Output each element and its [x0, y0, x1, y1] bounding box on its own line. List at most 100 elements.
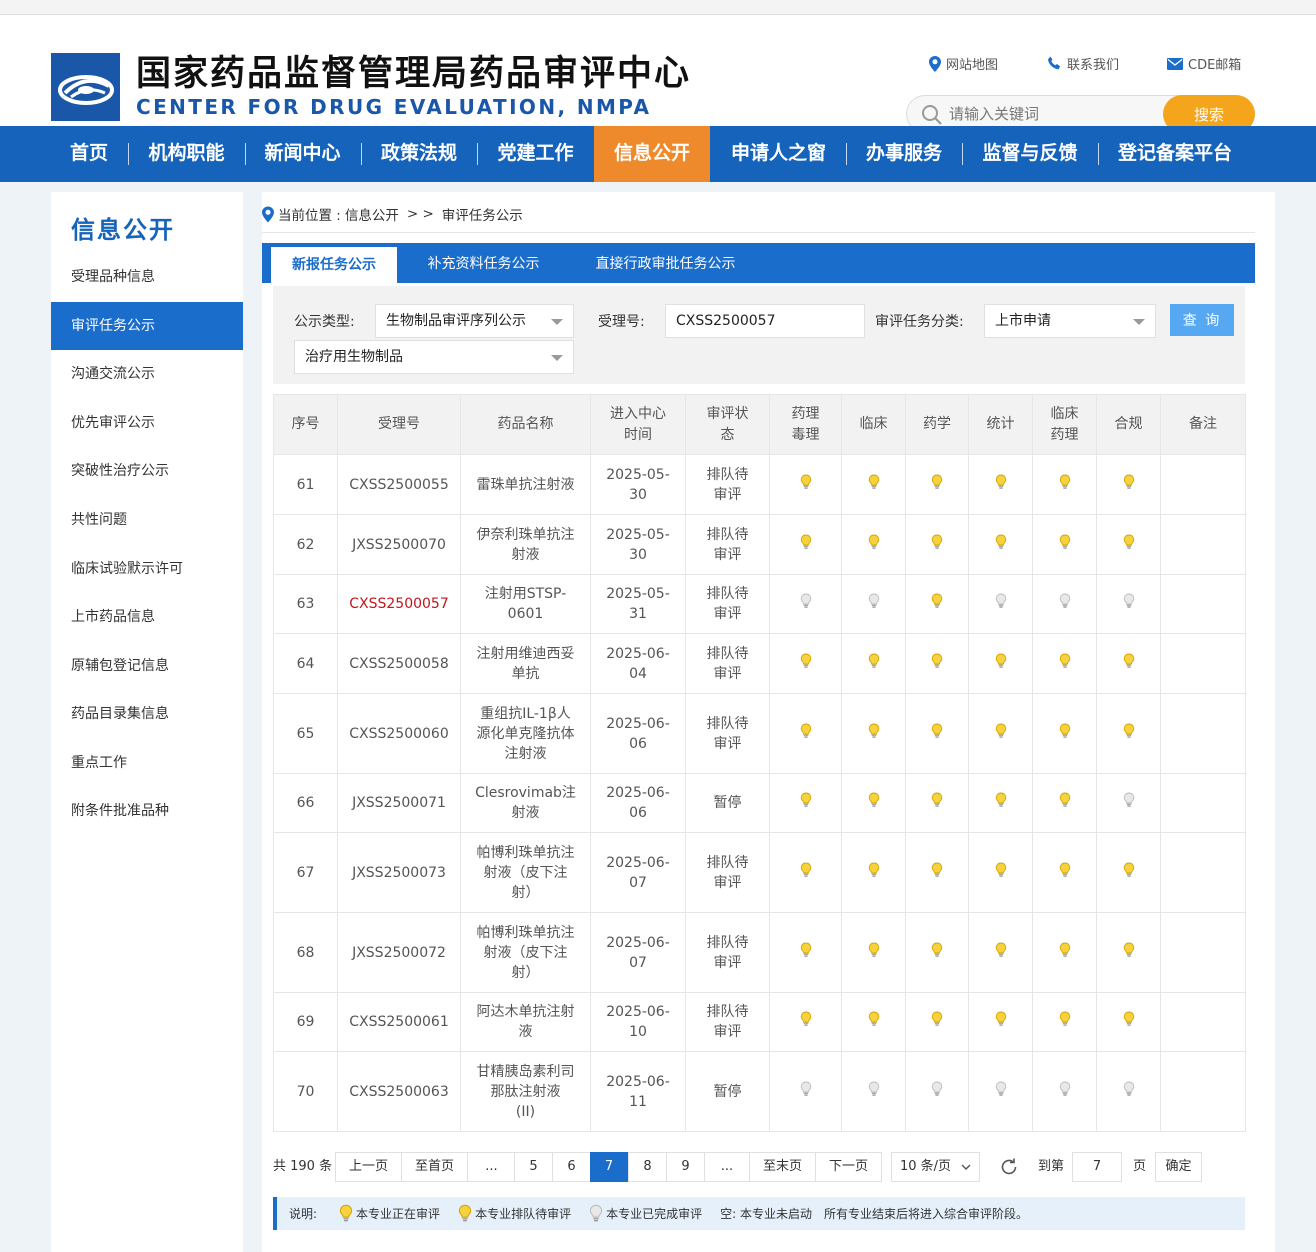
cell-remark	[1160, 514, 1246, 575]
bulb-yellow-icon	[995, 474, 1007, 496]
col-entry-time: 进入中心 时间	[590, 394, 686, 455]
cell-entry-time-text: 2025-06-	[606, 785, 670, 801]
sidebar-item-marketed-drugs[interactable]: 上市药品信息	[51, 593, 243, 641]
tab-direct-approval-tasks[interactable]: 直接行政审批任务公示	[578, 243, 753, 283]
page-7[interactable]: 7	[590, 1152, 628, 1182]
goto-suffix: 页	[1133, 1159, 1147, 1174]
nav-applicant[interactable]: 申请人之窗	[712, 126, 845, 182]
type-select[interactable]: 生物制品审评序列公示	[375, 304, 574, 338]
sitemap-link[interactable]: 网站地图	[929, 54, 998, 73]
sidebar-item-communication[interactable]: 沟通交流公示	[51, 350, 243, 398]
col-clinical: 临床	[841, 394, 906, 455]
table-row[interactable]: 69 CXSS2500061 阿达木单抗注射液 2025-06- 10 排队待 审评	[273, 992, 1246, 1052]
table-row[interactable]: 68 JXSS2500072 帕博利珠单抗注 射液（皮下注 射） 2025-06- 07 排队…	[273, 912, 1246, 993]
cell-accept-no: CXSS2500061	[337, 992, 461, 1052]
cell-accept-no: CXSS2500058	[337, 633, 461, 694]
bulb-yellow-icon	[458, 1204, 472, 1223]
cell-statistics	[968, 832, 1033, 913]
prev-page-button[interactable]: 上一页	[335, 1152, 402, 1182]
search-input[interactable]	[949, 104, 1149, 124]
cell-seq-text: 64	[296, 655, 315, 672]
sidebar-item-key-work[interactable]: 重点工作	[51, 739, 243, 787]
contact-link[interactable]: 联系我们	[1047, 54, 1119, 73]
table-row[interactable]: 64 CXSS2500058 注射用维迪西妥 单抗 2025-06- 04 排队待 审评	[273, 633, 1246, 694]
cell-status-text: 审评	[713, 665, 742, 682]
cell-statistics	[968, 912, 1033, 993]
cell-drug-name-text: 射液（皮下注	[483, 864, 568, 881]
cell-drug-name-text: 射）	[511, 884, 540, 901]
nav-party[interactable]: 党建工作	[478, 126, 593, 182]
cell-clinical-pharm	[1032, 1051, 1097, 1132]
cell-clinical	[841, 832, 906, 913]
nav-services[interactable]: 办事服务	[847, 126, 961, 182]
mail-link[interactable]: CDE邮箱	[1167, 54, 1241, 73]
cell-clinical-pharm	[1032, 633, 1097, 694]
total-count: 共 190 条	[273, 1159, 333, 1174]
table-row[interactable]: 67 JXSS2500073 帕博利珠单抗注 射液（皮下注 射） 2025-06- 07 排队…	[273, 832, 1246, 913]
sidebar-item-common-issues[interactable]: 共性问题	[51, 496, 243, 544]
page-8[interactable]: 8	[628, 1152, 667, 1182]
refresh-icon[interactable]	[999, 1157, 1019, 1177]
sidebar-item-excipient-registration[interactable]: 原辅包登记信息	[51, 642, 243, 690]
cell-seq-text: 67	[296, 864, 315, 881]
cell-accept-no-text: CXSS2500063	[349, 1083, 449, 1100]
sidebar-item-review-tasks[interactable]: 审评任务公示	[51, 302, 243, 350]
page-5[interactable]: 5	[514, 1152, 553, 1182]
tab-supplementary-tasks[interactable]: 补充资料任务公示	[412, 243, 555, 283]
page-size-select[interactable]: 10 条/页	[891, 1152, 980, 1182]
nav-feedback[interactable]: 监督与反馈	[963, 126, 1097, 182]
cell-remark	[1160, 912, 1246, 993]
subtype-select[interactable]: 治疗用生物制品	[294, 340, 574, 374]
category-select[interactable]: 上市申请	[984, 304, 1156, 338]
nav-functions[interactable]: 机构职能	[129, 126, 244, 182]
accept-no-input[interactable]: CXSS2500057	[665, 304, 865, 338]
page-9[interactable]: 9	[666, 1152, 705, 1182]
table-row[interactable]: 66 JXSS2500071 Clesrovimab注 射液 2025-06- 06 暂停	[273, 773, 1246, 833]
sidebar-item-priority-review[interactable]: 优先审评公示	[51, 399, 243, 447]
table-row[interactable]: 63 CXSS2500057 注射用STSP- 0601 2025-05- 31 排队待 审评	[273, 574, 1246, 634]
ellipsis-right[interactable]: ...	[704, 1152, 750, 1182]
first-page-button[interactable]: 至首页	[401, 1152, 468, 1182]
goto-label: 到第	[1038, 1159, 1065, 1174]
ellipsis-left[interactable]: ...	[467, 1152, 516, 1182]
bulb-yellow-icon	[995, 723, 1007, 745]
cell-seq: 66	[273, 773, 338, 833]
nav-registration[interactable]: 登记备案平台	[1099, 126, 1251, 182]
sidebar-item-clinical-trial[interactable]: 临床试验默示许可	[51, 545, 243, 593]
cell-clinical-pharm	[1032, 574, 1097, 634]
table-row[interactable]: 61 CXSS2500055 雷珠单抗注射液 2025-05- 30 排队待 审评	[273, 454, 1246, 515]
cell-accept-no: CXSS2500060	[337, 693, 461, 774]
breadcrumb-section[interactable]: 信息公开	[345, 204, 399, 224]
nav-home[interactable]: 首页	[51, 126, 127, 182]
table-row[interactable]: 62 JXSS2500070 伊奈利珠单抗注 射液 2025-05- 30 排队待 审评	[273, 514, 1246, 575]
contact-label: 联系我们	[1067, 58, 1120, 73]
next-page-button[interactable]: 下一页	[815, 1152, 882, 1182]
bulb-yellow-icon	[931, 474, 943, 496]
table-row[interactable]: 65 CXSS2500060 重组抗IL-1β人 源化单克隆抗体 注射液 2025-06-…	[273, 693, 1246, 774]
nav-policy[interactable]: 政策法规	[362, 126, 476, 182]
cell-compliance	[1096, 912, 1161, 993]
goto-confirm-button[interactable]: 确定	[1155, 1152, 1202, 1182]
sidebar-item-drug-catalog[interactable]: 药品目录集信息	[51, 690, 243, 738]
cde-logo[interactable]	[51, 53, 120, 121]
category-select-value: 上市申请	[995, 313, 1051, 329]
tab-new-tasks[interactable]: 新报任务公示	[271, 247, 397, 283]
sidebar-item-conditional-approval[interactable]: 附条件批准品种	[51, 787, 243, 835]
cell-compliance	[1096, 832, 1161, 913]
cell-status-text: 审评	[713, 546, 742, 563]
sidebar-item-accepted-varieties[interactable]: 受理品种信息	[51, 253, 243, 301]
cell-drug-name: 帕博利珠单抗注 射液（皮下注 射）	[460, 832, 591, 913]
sidebar-item-breakthrough[interactable]: 突破性治疗公示	[51, 447, 243, 495]
cell-seq-text: 61	[296, 476, 315, 493]
cell-pharm-tox	[769, 454, 842, 515]
cell-entry-time-text: 31	[629, 606, 647, 622]
table-row[interactable]: 70 CXSS2500063 甘精胰岛素利司 那肽注射液 (II) 2025-06- 11 暂…	[273, 1051, 1246, 1132]
nav-info-public[interactable]: 信息公开	[594, 126, 710, 182]
page-6[interactable]: 6	[552, 1152, 591, 1182]
goto-page-input[interactable]: 7	[1072, 1152, 1122, 1182]
cell-clinical-pharm	[1032, 912, 1097, 993]
nav-news[interactable]: 新闻中心	[246, 126, 359, 182]
query-button[interactable]: 查 询	[1170, 304, 1234, 336]
last-page-button[interactable]: 至末页	[749, 1152, 816, 1182]
cell-clinical-pharm	[1032, 773, 1097, 833]
